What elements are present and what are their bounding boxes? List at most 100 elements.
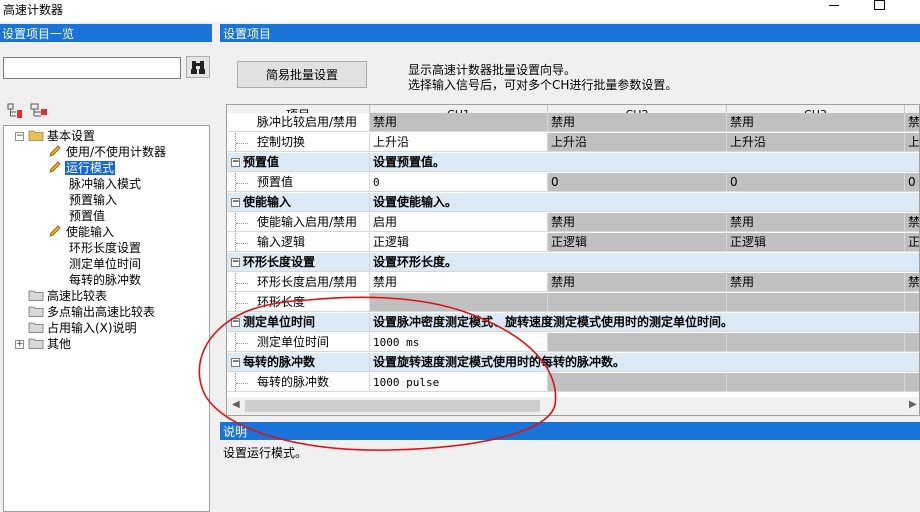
folder-icon [28,322,44,333]
param-value[interactable]: 禁用 [370,273,548,292]
param-value[interactable] [905,293,919,312]
search-button[interactable] [186,56,210,78]
param-value[interactable]: 禁用 [727,213,905,232]
panel-splitter[interactable] [212,24,220,512]
tree-connector [235,333,248,351]
tree-item-label: 每转的脉冲数 [69,273,142,287]
window-title: 高速计数器 [3,3,64,17]
param-value[interactable] [370,293,548,312]
param-value[interactable]: 禁用 [548,113,727,132]
category-name[interactable]: 测定单位时间 − [227,313,370,332]
tree-item-pulse-input-mode[interactable]: 脉冲输入模式 [68,176,142,192]
tree-item-enable-input[interactable]: 使能输入 [48,224,115,240]
param-value[interactable]: 上 [905,133,919,152]
param-name: 使能输入启用/禁用 [227,213,370,232]
param-value[interactable] [727,333,905,352]
param-value[interactable]: 禁用 [548,273,727,292]
tree-connector [235,213,248,231]
folder-icon [28,290,44,301]
param-value[interactable]: 正逻辑 [727,233,905,252]
param-value[interactable]: 0 [905,173,919,192]
pencil-icon [49,225,61,237]
collapse-toggle[interactable]: − [231,158,240,167]
param-value[interactable]: 0 [370,173,548,192]
grid-category-row: 预置值 − 设置预置值。 [227,153,919,173]
collapse-toggle[interactable]: − [231,318,240,327]
category-name[interactable]: 预置值 − [227,153,370,172]
tree-item-pulses-per-rev[interactable]: 每转的脉冲数 [68,272,142,288]
param-value[interactable]: 正逻辑 [548,233,727,252]
tree-item-multipoint-compare[interactable]: 多点输出高速比较表 [28,304,156,320]
grid-param-row: 测定单位时间 1000 ms [227,333,919,353]
scroll-left-icon[interactable]: ◀ [232,399,240,410]
collapse-toggle[interactable]: − [15,132,24,141]
param-value[interactable]: 禁 [905,273,919,292]
explanation-header: 说明 [220,422,920,440]
tree-item-measure-unit-time[interactable]: 测定单位时间 [68,256,142,272]
collapse-toggle[interactable]: − [231,358,240,367]
scroll-right-icon[interactable]: ▶ [909,399,917,410]
param-value[interactable]: 禁用 [548,213,727,232]
param-value[interactable]: 禁用 [727,273,905,292]
collapse-toggle[interactable]: − [231,258,240,267]
tree-item-run-mode[interactable]: 运行模式 [48,160,116,176]
minimize-button[interactable] [826,0,842,10]
tree-item-label: 环形长度设置 [69,241,142,255]
param-value[interactable]: 上升沿 [370,133,548,152]
category-description: 设置环形长度。 [370,253,919,272]
horizontal-scrollbar[interactable]: ◀ ▶ [227,397,919,415]
tree-item-basic-settings[interactable]: 基本设置 [28,128,96,144]
explanation-text: 设置运行模式。 [223,446,308,460]
collapse-tree-icon[interactable] [30,103,48,119]
category-name[interactable]: 环形长度设置 − [227,253,370,272]
param-value[interactable]: 正逻辑 [370,233,548,252]
tree-item-other[interactable]: 其他 [28,336,72,352]
param-value[interactable]: 1000 ms [370,333,548,352]
param-value[interactable] [905,333,919,352]
tree-item-preset-input[interactable]: 预置输入 [68,192,118,208]
param-value[interactable]: 上升沿 [548,133,727,152]
expand-tree-icon[interactable] [7,103,23,119]
param-value[interactable] [548,333,727,352]
param-value[interactable] [727,293,905,312]
tree-item-occupied-input[interactable]: 占用输入(X)说明 [28,320,138,336]
param-value[interactable] [727,373,905,392]
search-input[interactable] [3,57,181,79]
param-value[interactable]: 禁 [905,113,919,132]
grid-category-row: 使能输入 − 设置使能输入。 [227,193,919,213]
tree-item-label: 高速比较表 [47,289,108,303]
grid-category-row: 环形长度设置 − 设置环形长度。 [227,253,919,273]
tree-connector [235,173,248,191]
param-name: 测定单位时间 [227,333,370,352]
param-value[interactable] [905,373,919,392]
param-value[interactable]: 禁 [905,213,919,232]
category-name[interactable]: 使能输入 − [227,193,370,212]
tree-item-counter-enable[interactable]: 使用/不使用计数器 [48,144,167,160]
tree-item-label: 预置输入 [69,193,118,207]
simple-batch-settings-button[interactable]: 简易批量设置 [237,61,367,88]
tree-item-ring-length[interactable]: 环形长度设置 [68,240,142,256]
maximize-button[interactable] [874,0,885,10]
param-value[interactable]: 0 [727,173,905,192]
tree-connector [235,293,248,311]
param-name: 环形长度 [227,293,370,312]
param-value[interactable] [548,293,727,312]
tree-item-label: 测定单位时间 [69,257,142,271]
param-value[interactable]: 上升沿 [727,133,905,152]
param-name: 脉冲比较启用/禁用 [227,113,370,132]
param-value[interactable]: 正 [905,233,919,252]
tree-item-preset-value[interactable]: 预置值 [68,208,106,224]
scrollbar-thumb[interactable] [245,400,540,412]
category-name[interactable]: 每转的脉冲数 − [227,353,370,372]
expand-toggle[interactable]: + [15,340,24,349]
param-value[interactable] [548,373,727,392]
explanation-body: 设置运行模式。 [220,440,920,512]
param-value[interactable]: 1000 pulse [370,373,548,392]
grid-row-clipped: 脉冲比较启用/禁用 禁用 禁用 禁用禁 [227,113,919,133]
tree-item-high-speed-compare[interactable]: 高速比较表 [28,288,108,304]
collapse-toggle[interactable]: − [231,198,240,207]
param-value[interactable]: 禁用 [370,113,548,132]
param-value[interactable]: 启用 [370,213,548,232]
param-value[interactable]: 0 [548,173,727,192]
param-value[interactable]: 禁用 [727,113,905,132]
